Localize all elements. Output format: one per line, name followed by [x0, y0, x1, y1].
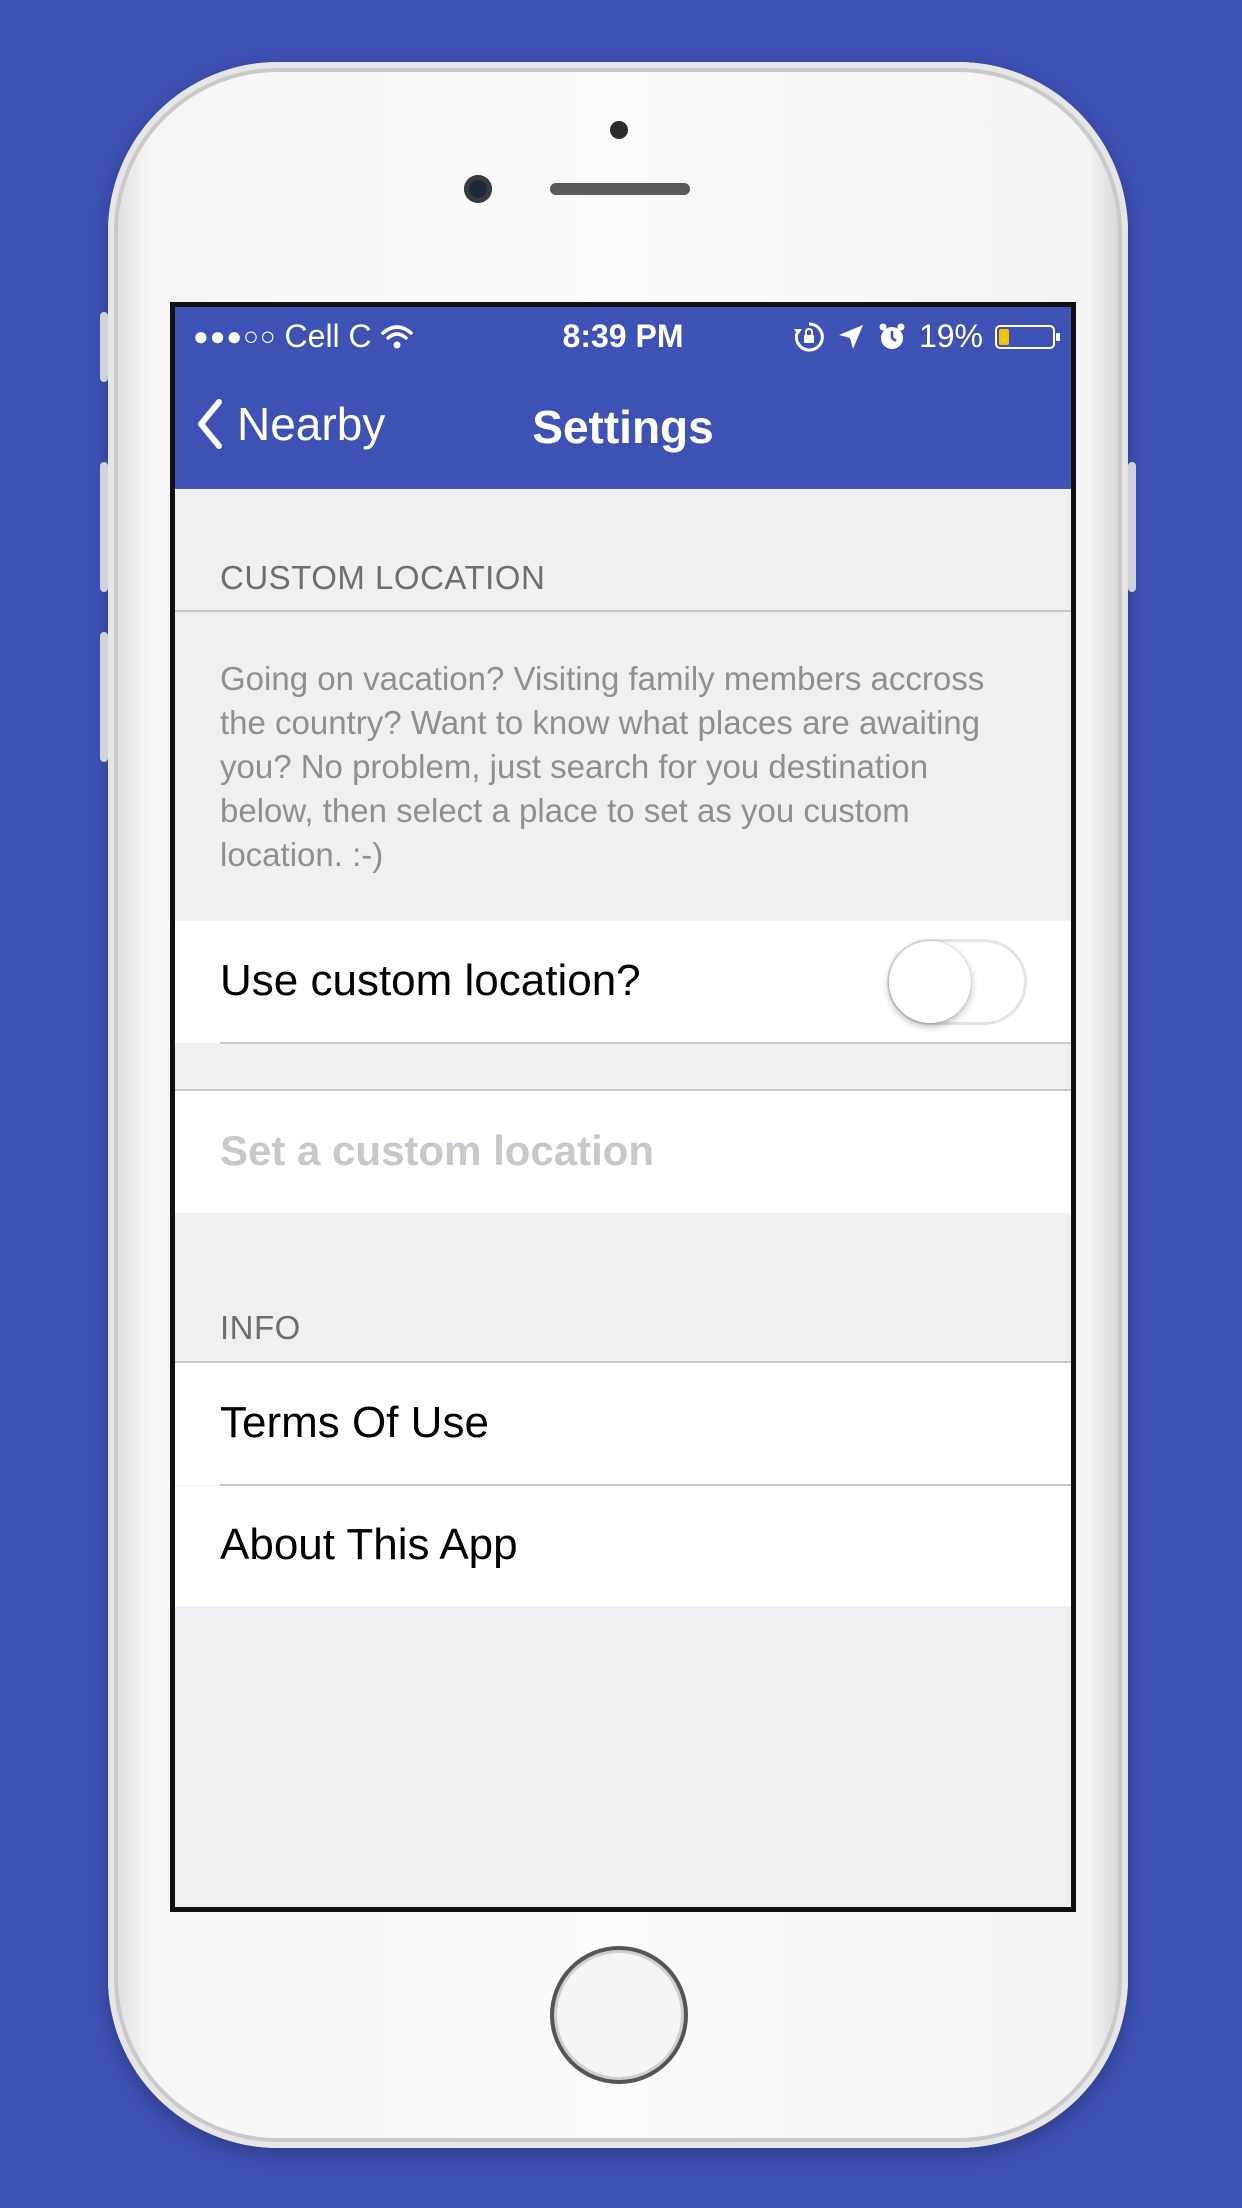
- orientation-lock-icon: [793, 321, 824, 351]
- status-bar: ●●●○○ Cell C 8:39 PM 19%: [175, 307, 1071, 367]
- home-button[interactable]: [550, 1946, 688, 2084]
- section-header-info: INFO: [220, 1309, 301, 1346]
- custom-location-toggle-row: Use custom location?: [175, 921, 1071, 1043]
- custom-location-description: Going on vacation? Visiting family membe…: [220, 660, 985, 873]
- alarm-icon: [879, 323, 905, 349]
- list-item-terms-of-use[interactable]: Terms Of Use: [175, 1363, 1071, 1485]
- section-header-custom-location: CUSTOM LOCATION: [220, 559, 546, 596]
- mute-switch: [100, 312, 108, 382]
- switch-knob: [889, 941, 971, 1023]
- volume-up-button: [100, 462, 108, 592]
- custom-location-search-row[interactable]: Set a custom location: [175, 1091, 1071, 1213]
- battery-icon: [995, 324, 1060, 349]
- proximity-sensor: [610, 121, 628, 139]
- custom-location-search-input[interactable]: Set a custom location: [220, 1127, 654, 1175]
- power-button: [1128, 462, 1136, 592]
- front-camera: [464, 175, 492, 203]
- list-item-about-this-app[interactable]: About This App: [175, 1486, 1071, 1606]
- earpiece-speaker: [550, 183, 690, 195]
- battery-percentage: 19%: [918, 318, 983, 354]
- custom-location-switch[interactable]: [887, 939, 1027, 1025]
- divider: [175, 610, 1071, 612]
- navigation-bar: ●●●○○ Cell C 8:39 PM 19% Nearby Settings: [175, 307, 1071, 489]
- page-title: Settings: [532, 401, 714, 453]
- battery-level-fill: [999, 328, 1009, 345]
- volume-down-button: [100, 632, 108, 762]
- toggle-label: Use custom location?: [220, 956, 641, 1005]
- divider: [220, 1042, 1071, 1044]
- location-arrow-icon: [838, 324, 863, 349]
- list-item-label: About This App: [220, 1520, 518, 1569]
- list-item-label: Terms Of Use: [220, 1398, 489, 1447]
- app-screen: ●●●○○ Cell C 8:39 PM 19% Nearby Settings…: [170, 302, 1076, 1912]
